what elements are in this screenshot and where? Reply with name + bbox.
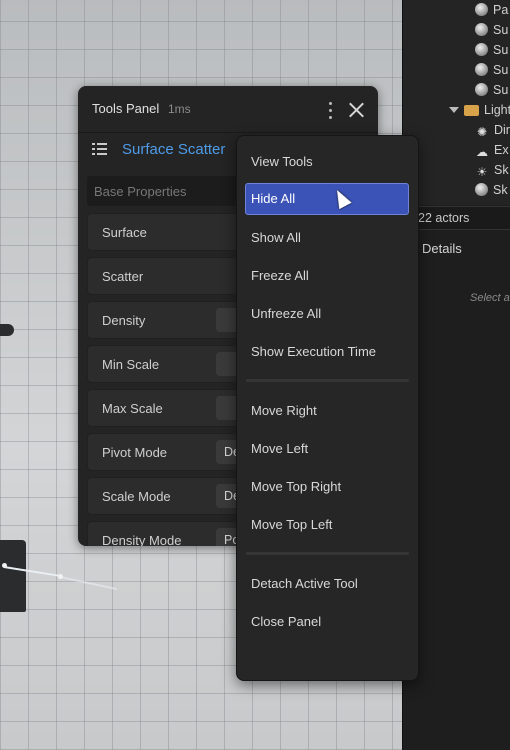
outliner-item-label: Sk [493, 183, 508, 197]
outliner-list: Pa Su Su Su Su Light ✺ Dir ☁ Ex ☀ Sk Sk [403, 0, 510, 205]
menu-item-detach-active-tool[interactable]: Detach Active Tool [245, 568, 409, 600]
viewport-gizmo-point [2, 563, 7, 568]
viewport-shadow-blob [0, 324, 14, 336]
more-options-icon[interactable] [325, 100, 335, 120]
list-icon[interactable] [92, 142, 108, 156]
outliner-item[interactable]: ☁ Ex [475, 140, 509, 160]
sky-light-icon: ☀ [476, 165, 488, 179]
outliner-item-label: Su [493, 63, 509, 77]
menu-item-show-all[interactable]: Show All [245, 222, 409, 254]
context-menu: View Tools Hide All Show All Freeze All … [236, 135, 419, 681]
menu-item-label: Move Top Left [251, 517, 333, 532]
outliner-item[interactable]: Sk [475, 180, 508, 200]
property-label: Max Scale [102, 401, 163, 416]
sky-sphere-icon [475, 183, 488, 196]
outliner-item-label: Pa [493, 3, 509, 17]
property-label: Surface [102, 225, 147, 240]
menu-item-freeze-all[interactable]: Freeze All [245, 260, 409, 292]
menu-divider [246, 552, 409, 555]
menu-item-label: Move Top Right [251, 479, 342, 494]
outliner-item[interactable]: Pa [475, 0, 508, 20]
menu-item-close-panel[interactable]: Close Panel [245, 606, 409, 638]
chevron-down-icon[interactable] [449, 107, 459, 113]
folder-icon [464, 105, 479, 116]
property-label: Density [102, 313, 146, 328]
panel-header: Tools Panel 1ms [78, 86, 378, 132]
property-label: Pivot Mode [102, 445, 168, 460]
viewport-object-silhouette [0, 540, 26, 612]
outliner-item-label: Ex [494, 143, 509, 157]
outliner-item[interactable]: Su [475, 40, 508, 60]
outliner-item[interactable]: Su [475, 80, 508, 100]
menu-item-label: Hide All [251, 191, 296, 206]
property-label: Scatter [102, 269, 144, 284]
outliner-item-label: Dir [494, 123, 510, 137]
menu-item-label: Freeze All [251, 268, 309, 283]
menu-item-show-execution-time[interactable]: Show Execution Time [245, 336, 409, 368]
sphere-icon [475, 3, 488, 16]
menu-divider [246, 379, 409, 382]
active-tool-link[interactable]: Surface Scatter [122, 141, 225, 158]
menu-item-label: Show Execution Time [251, 344, 377, 359]
outliner-folder-label: Light [484, 103, 510, 117]
sphere-icon [475, 43, 488, 56]
property-label: Min Scale [102, 357, 160, 372]
outliner-item-label: Su [493, 83, 509, 97]
viewport-gizmo-point [58, 574, 63, 579]
menu-item-label: Move Left [251, 441, 309, 456]
menu-item-hide-all[interactable]: Hide All [245, 183, 409, 215]
menu-item-label: View Tools [251, 154, 313, 169]
menu-item-move-left[interactable]: Move Left [245, 433, 409, 465]
property-label: Scale Mode [102, 489, 171, 504]
outliner-item-label: Su [493, 43, 509, 57]
property-label: Density Mode [102, 533, 182, 546]
outliner-item[interactable]: Su [475, 20, 508, 40]
outliner-item-label: Su [493, 23, 509, 37]
section-label: Base Properties [94, 184, 187, 199]
menu-item-label: Detach Active Tool [251, 576, 358, 591]
menu-item-unfreeze-all[interactable]: Unfreeze All [245, 298, 409, 330]
panel-title: Tools Panel [92, 101, 160, 116]
sphere-icon [475, 83, 488, 96]
sphere-icon [475, 63, 488, 76]
menu-item-move-top-left[interactable]: Move Top Left [245, 509, 409, 541]
outliner-item[interactable]: ✺ Dir [475, 120, 510, 140]
outliner-item[interactable]: ☀ Sk [475, 160, 509, 180]
menu-item-label: Close Panel [251, 614, 322, 629]
execution-time: 1ms [168, 102, 191, 116]
fog-icon: ☁ [476, 145, 488, 159]
outliner-item-label: Sk [494, 163, 509, 177]
close-icon[interactable] [346, 100, 366, 120]
sphere-icon [475, 23, 488, 36]
menu-item-label: Unfreeze All [251, 306, 322, 321]
tab-details[interactable]: Details [412, 238, 462, 260]
menu-item-label: Show All [251, 230, 301, 245]
outliner-folder-light[interactable]: Light [449, 100, 510, 120]
outliner-item[interactable]: Su [475, 60, 508, 80]
menu-item-label: Move Right [251, 403, 317, 418]
details-empty-hint: Select a [470, 292, 510, 304]
menu-item-view-tools[interactable]: View Tools [245, 146, 409, 178]
tab-details-label: Details [422, 241, 462, 256]
viewport-gizmo-line [59, 576, 117, 591]
menu-item-move-top-right[interactable]: Move Top Right [245, 471, 409, 503]
menu-item-move-right[interactable]: Move Right [245, 395, 409, 427]
directional-light-icon: ✺ [476, 125, 488, 139]
